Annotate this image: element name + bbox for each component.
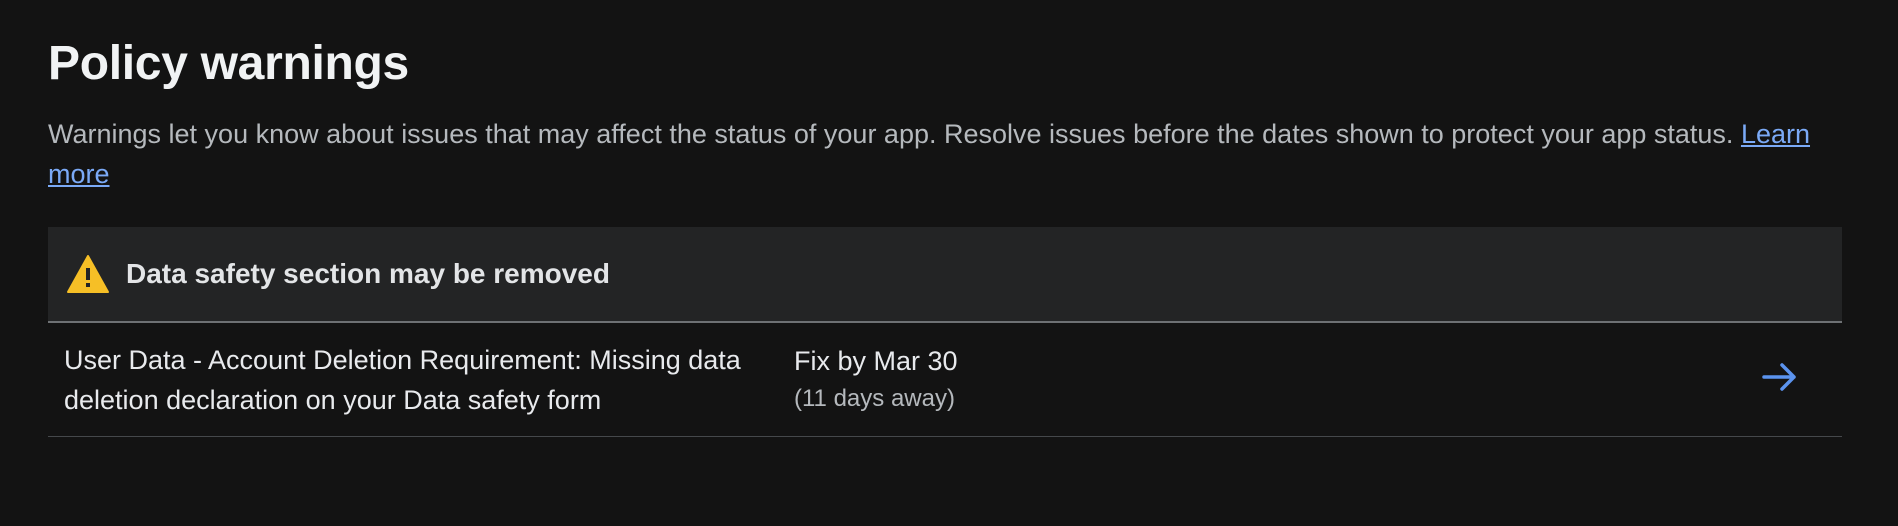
description-text: Warnings let you know about issues that …	[48, 119, 1734, 149]
warning-card-header: Data safety section may be removed	[48, 227, 1842, 323]
warning-card: Data safety section may be removed User …	[48, 227, 1842, 437]
issue-due-date: Fix by Mar 30 (11 days away)	[794, 342, 958, 418]
open-issue-button[interactable]	[1758, 358, 1802, 402]
issue-description: User Data - Account Deletion Requirement…	[64, 344, 741, 415]
warning-triangle-icon	[66, 254, 110, 294]
page-description: Warnings let you know about issues that …	[48, 114, 1828, 194]
days-remaining: (11 days away)	[794, 384, 955, 412]
page-title: Policy warnings	[48, 37, 409, 90]
issue-row[interactable]: User Data - Account Deletion Requirement…	[48, 323, 1842, 437]
arrow-right-icon	[1762, 362, 1798, 397]
warning-card-title: Data safety section may be removed	[126, 258, 610, 289]
policy-warnings-page: Policy warnings Warnings let you know ab…	[0, 0, 1898, 526]
fix-by-date: Fix by Mar 30	[794, 345, 958, 376]
